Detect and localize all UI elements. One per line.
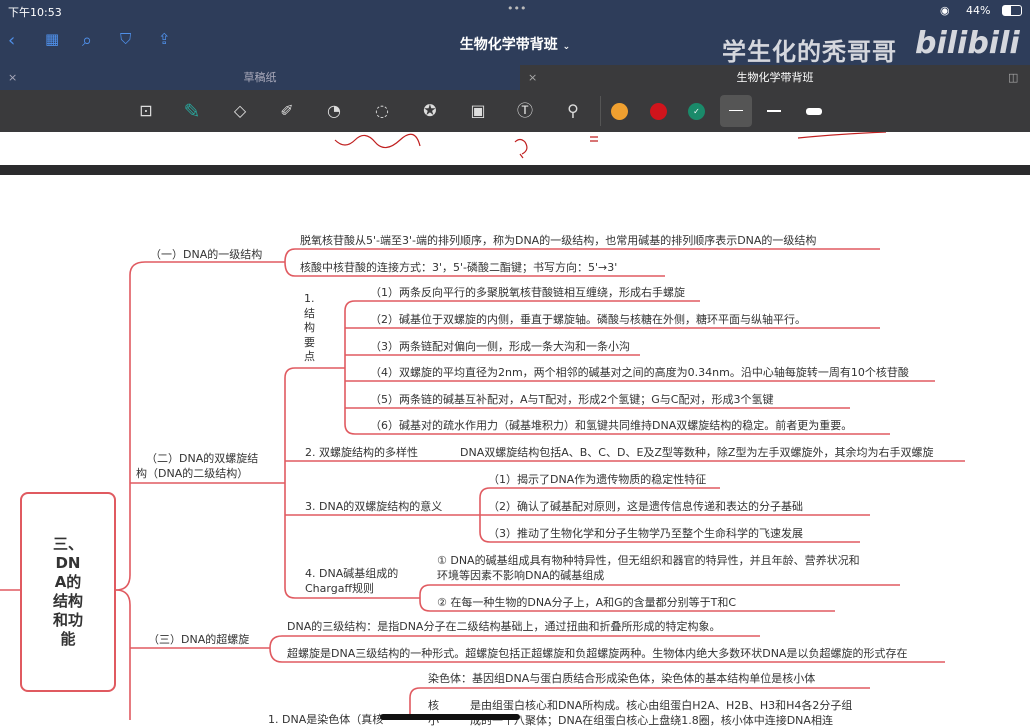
node-text[interactable]: DNA的三级结构：是指DNA分子在二级结构基础上，通过扭曲和折叠所形成的特定构象… xyxy=(287,620,720,634)
color-green-selected[interactable]: ✓ xyxy=(688,103,705,120)
bilibili-logo: bilibili xyxy=(915,26,1020,61)
node-text[interactable]: 核酸中核苷酸的连接方式：3'，5'-磷酸二酯键；书写方向：5'→3' xyxy=(300,261,617,275)
node-text[interactable]: （6）碱基对的疏水作用力（碱基堆积力）和氢键共同维持DNA双螺旋结构的稳定。前者… xyxy=(370,419,852,433)
node-text[interactable]: （5）两条链的碱基互补配对，A与T配对，形成2个氢键；G与C配对，形成3个氢键 xyxy=(370,393,773,407)
node-chromosome[interactable]: 1. DNA是染色体（真核 xyxy=(268,713,383,727)
root-label: 三、DNA的结构和功能 xyxy=(53,535,84,648)
stroke-medium[interactable] xyxy=(767,110,781,112)
node-text[interactable]: （2）确认了碱基配对原则，这是遗传信息传递和表达的分子基础 xyxy=(488,500,803,514)
chevron-down-icon: ⌄ xyxy=(562,42,571,52)
stroke-thick[interactable] xyxy=(806,108,822,115)
tab-label: 草稿纸 xyxy=(243,71,277,84)
node-text[interactable]: 环境等因素不影响DNA的碱基组成 xyxy=(437,569,604,583)
node-primary-structure[interactable]: （一）DNA的一级结构 xyxy=(150,248,262,262)
node-text[interactable]: （4）双螺旋的平均直径为2nm，两个相邻的碱基对之间的高度为0.34nm。沿中心… xyxy=(370,366,909,380)
node-significance[interactable]: 3. DNA的双螺旋结构的意义 xyxy=(305,500,442,514)
color-red[interactable] xyxy=(650,103,667,120)
shapes-icon[interactable]: ◔ xyxy=(322,100,346,122)
node-supercoil[interactable]: （三）DNA的超螺旋 xyxy=(148,633,249,647)
node-text[interactable]: 超螺旋是DNA三级结构的一种形式。超螺旋包括正超螺旋和负超螺旋两种。生物体内绝大… xyxy=(287,647,907,661)
root-node[interactable]: 三、DNA的结构和功能 xyxy=(20,492,116,692)
tab-bar: × 草稿纸 × 生物化学带背班 ◫ xyxy=(0,65,1030,90)
handwriting-area[interactable] xyxy=(0,131,1030,165)
status-bar: 下午10:53 ••• ◉ 44% xyxy=(0,0,1030,22)
node-chargaff[interactable]: 4. DNA碱基组成的 xyxy=(305,567,398,581)
divider xyxy=(600,96,601,126)
node-text[interactable]: 染色体：基因组DNA与蛋白质结合形成染色体，染色体的基本结构单位是核小体 xyxy=(428,672,815,686)
node-chargaff-2[interactable]: Chargaff规则 xyxy=(305,582,374,596)
sticker-icon[interactable]: ✪ xyxy=(418,100,442,122)
close-icon[interactable]: × xyxy=(528,65,537,90)
home-indicator[interactable] xyxy=(380,714,520,720)
close-icon[interactable]: × xyxy=(8,65,17,90)
handwriting-strokes xyxy=(334,131,887,159)
battery-level: 44% xyxy=(966,4,991,17)
zoom-icon[interactable]: ⊡ xyxy=(134,100,158,122)
node-text[interactable]: （2）碱基位于双螺旋的内侧，垂直于螺旋轴。磷酸与核糖在外侧，糖环平面与纵轴平行。 xyxy=(370,313,806,327)
tab-label: 生物化学带背班 xyxy=(736,71,814,84)
node-text[interactable]: 成的一个八聚体；DNA在组蛋白核心上盘绕1.8圈，核小体中连接DNA相连 xyxy=(470,714,833,728)
tab-notebook[interactable]: × 生物化学带背班 ◫ xyxy=(520,65,1030,90)
pen-icon[interactable]: ✎ xyxy=(180,100,204,122)
node-nucleosome[interactable]: 核 xyxy=(428,699,439,713)
laser-icon[interactable]: ⚲ xyxy=(561,100,585,122)
wifi-icon: ◉ xyxy=(940,4,950,17)
battery-icon xyxy=(1002,5,1022,16)
node-double-helix-2[interactable]: 构（DNA的二级结构） xyxy=(136,467,248,481)
image-icon[interactable]: ▣ xyxy=(466,100,490,122)
drawing-toolbar: ⊡ ✎ ◇ ✐ ◔ ◌ ✪ ▣ Ⓣ ⚲ ✓ xyxy=(0,90,1030,132)
node-structure-points[interactable]: 1.结构要点 xyxy=(304,292,316,365)
node-text[interactable]: ② 在每一种生物的DNA分子上，A和G的含量都分别等于T和C xyxy=(437,596,736,610)
node-text[interactable]: （1）两条反向平行的多聚脱氧核苷酸链相互缠绕，形成右手螺旋 xyxy=(370,286,685,300)
lasso-icon[interactable]: ◌ xyxy=(370,100,394,122)
highlighter-icon[interactable]: ✐ xyxy=(275,100,299,122)
clock: 下午10:53 xyxy=(8,6,62,19)
node-text[interactable]: ① DNA的碱基组成具有物种特异性，但无组织和器官的特异性，并且年龄、营养状况和 xyxy=(437,554,860,568)
text-icon[interactable]: Ⓣ xyxy=(513,100,537,122)
stroke-thin-selected[interactable] xyxy=(720,95,752,127)
node-text[interactable]: （1）揭示了DNA作为遗传物质的稳定性特征 xyxy=(488,473,706,487)
tab-scratch[interactable]: × 草稿纸 xyxy=(0,65,520,90)
title-text: 生物化学带背班 xyxy=(459,37,558,53)
node-text[interactable]: 脱氧核苷酸从5'-端至3'-端的排列顺序，称为DNA的一级结构，也常用碱基的排列… xyxy=(300,234,816,248)
eraser-icon[interactable]: ◇ xyxy=(228,100,252,122)
node-text[interactable]: DNA双螺旋结构包括A、B、C、D、E及Z型等数种，除Z型为左手双螺旋外，其余均… xyxy=(460,446,933,460)
color-orange[interactable] xyxy=(611,103,628,120)
node-double-helix[interactable]: （二）DNA的双螺旋结 xyxy=(146,452,258,466)
node-text[interactable]: 是由组蛋白核心和DNA所构成。核心由组蛋白H2A、H2B、H3和H4各2分子组 xyxy=(470,699,852,713)
watermark-text: 学生化的秃哥哥 xyxy=(722,38,897,66)
node-text[interactable]: （3）推动了生物化学和分子生物学乃至整个生命科学的飞速发展 xyxy=(488,527,803,541)
multitask-dots[interactable]: ••• xyxy=(507,2,526,15)
node-text[interactable]: （3）两条链配对偏向一侧，形成一条大沟和一条小沟 xyxy=(370,340,630,354)
page-gap xyxy=(0,165,1030,175)
node-diversity[interactable]: 2. 双螺旋结构的多样性 xyxy=(305,446,418,460)
split-view-icon[interactable]: ◫ xyxy=(1008,65,1018,90)
nav-bar: ‹ ▦ ⌕ ⛉ ⇪ 生物化学带背班 ⌄ 学生化的秃哥哥 bilibili xyxy=(0,22,1030,66)
